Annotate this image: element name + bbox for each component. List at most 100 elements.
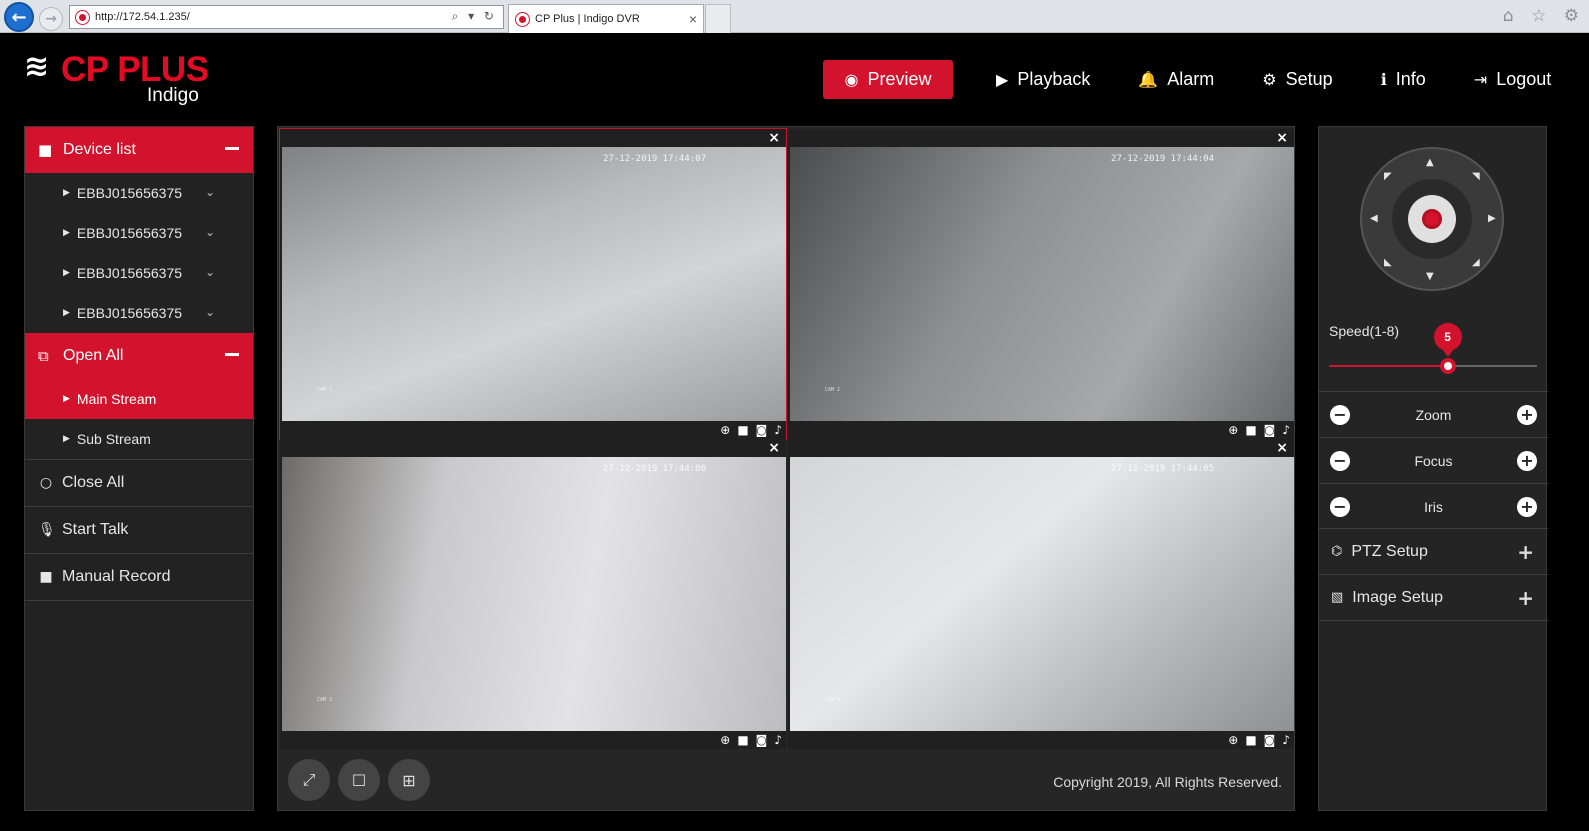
speed-value-badge: 5 (1433, 323, 1462, 357)
setup-ptz-setup[interactable]: ⌬ PTZ Setup + (1319, 528, 1548, 574)
caret-right-icon: ▶ (63, 188, 70, 198)
record-icon[interactable]: ■ (737, 423, 748, 437)
camera-feed[interactable]: 27-12-2019 17:44:04 CAM 2 (790, 147, 1294, 421)
collapse-icon[interactable] (225, 353, 239, 356)
nav-info[interactable]: ℹ Info (1362, 60, 1445, 99)
camera-feed[interactable]: 27-12-2019 17:44:05 CAM 4 (790, 457, 1294, 731)
nav-setup[interactable]: ⚙ Setup (1243, 60, 1351, 99)
action-manual-record[interactable]: ■ Manual Record (25, 553, 253, 600)
chevron-down-icon[interactable]: ⌄ (205, 185, 215, 199)
camera-tile[interactable]: × 27-12-2019 17:44:05 CAM 4 ⊕ ■ ◙ ♪ (788, 439, 1294, 749)
expand-plus-icon[interactable]: + (1517, 540, 1534, 564)
camera-tile[interactable]: × 27-12-2019 17:44:07 CAM 1 ⊕ ■ ◙ ♪ (279, 128, 787, 440)
audio-icon[interactable]: ♪ (1282, 733, 1290, 747)
address-tools-icons[interactable]: ⌕ ▾ ↻ (452, 9, 497, 24)
camera-timestamp: 27-12-2019 17:44:04 (1111, 154, 1214, 164)
camera-tile[interactable]: × 27-12-2019 17:44:04 CAM 2 ⊕ ■ ◙ ♪ (788, 129, 1294, 439)
forward-arrow-icon[interactable]: → (39, 7, 63, 31)
divider (1319, 620, 1548, 621)
minus-icon[interactable]: − (1330, 450, 1350, 471)
nav-label: Setup (1285, 69, 1333, 89)
browser-tab[interactable]: CP Plus | Indigo DVR × (508, 4, 704, 33)
device-item[interactable]: ▶ EBBJ015656375 ⌄ (25, 213, 253, 253)
chevron-down-icon[interactable]: ⌄ (205, 225, 215, 239)
snapshot-icon[interactable]: ◙ (756, 423, 768, 437)
zoom-icon[interactable]: ⊕ (1228, 423, 1238, 437)
ptz-panel: ▲ ▼ ◀ ▶ ◤ ◥ ◣ ◢ Speed(1-8) 5 − Zoom + − Focu… (1318, 126, 1548, 811)
ptz-left-icon[interactable]: ◀ (1370, 213, 1378, 224)
close-icon[interactable]: × (1276, 440, 1288, 456)
setup-label: Image Setup (1352, 588, 1444, 606)
single-view-icon[interactable]: ☐ (338, 759, 380, 801)
nav-playback[interactable]: ▶ Playback (977, 60, 1109, 99)
minus-icon[interactable]: − (1330, 496, 1350, 517)
ptz-down-icon[interactable]: ▼ (1426, 271, 1434, 282)
stream-item-sub-stream[interactable]: ▶ Sub Stream (25, 419, 253, 459)
close-icon[interactable]: × (1276, 130, 1288, 146)
ptz-up-icon[interactable]: ▲ (1426, 157, 1434, 168)
record-icon[interactable]: ■ (737, 733, 748, 747)
action-start-talk[interactable]: 🎙 Start Talk (25, 506, 253, 553)
zoom-icon[interactable]: ⊕ (720, 423, 730, 437)
open-all-header[interactable]: ⧉ Open All (25, 333, 253, 379)
site-favicon-icon (76, 10, 89, 24)
ptz-right-icon[interactable]: ▶ (1488, 213, 1496, 224)
info-icon: ℹ (1380, 70, 1387, 89)
back-arrow-icon[interactable]: ← (4, 2, 34, 32)
tab-close-icon[interactable]: × (689, 11, 697, 27)
ptz-down-left-icon[interactable]: ◣ (1384, 257, 1392, 268)
browser-home-star-gear-icons[interactable]: ⌂ ☆ ⚙ (1503, 6, 1585, 26)
camera-timestamp: 27-12-2019 17:44:06 (603, 464, 706, 474)
snapshot-icon[interactable]: ◙ (1264, 423, 1276, 437)
nav-preview[interactable]: ◉ Preview (823, 60, 953, 99)
record-icon[interactable]: ■ (1245, 733, 1256, 747)
quad-view-icon[interactable]: ⊞ (388, 759, 430, 801)
speed-slider-handle[interactable] (1439, 358, 1456, 374)
camera-feed[interactable]: 27-12-2019 17:44:07 CAM 1 (282, 147, 786, 421)
device-list: ▶ EBBJ015656375 ⌄ ▶ EBBJ015656375 ⌄ ▶ EBBJ01565… (25, 173, 253, 333)
chevron-down-icon[interactable]: ⌄ (205, 265, 215, 279)
plus-icon[interactable]: + (1516, 404, 1537, 425)
chevron-down-icon[interactable]: ⌄ (205, 305, 215, 319)
copyright-text: Copyright 2019, All Rights Reserved. (1053, 774, 1282, 790)
nav-logout[interactable]: ⇥ Logout (1455, 60, 1570, 99)
expand-plus-icon[interactable]: + (1517, 586, 1534, 610)
action-close-all[interactable]: ○ Close All (25, 459, 253, 506)
ptz-down-right-icon[interactable]: ◢ (1472, 257, 1480, 268)
audio-icon[interactable]: ♪ (1282, 423, 1290, 437)
nav-alarm[interactable]: 🔔 Alarm (1119, 60, 1233, 99)
fullscreen-icon[interactable]: ⤢ (288, 759, 330, 801)
ptz-center-button[interactable] (1408, 195, 1456, 243)
logout-icon: ⇥ (1473, 70, 1488, 89)
nav-label: Info (1395, 69, 1426, 89)
stream-item-main-stream[interactable]: ▶ Main Stream (25, 379, 253, 419)
caret-right-icon: ▶ (63, 308, 70, 318)
zoom-icon[interactable]: ⊕ (1228, 733, 1238, 747)
device-item[interactable]: ▶ EBBJ015656375 ⌄ (25, 293, 253, 333)
audio-icon[interactable]: ♪ (774, 423, 782, 437)
address-bar[interactable]: http://172.54.1.235/ ⌕ ▾ ↻ (69, 5, 504, 29)
device-item[interactable]: ▶ EBBJ015656375 ⌄ (25, 253, 253, 293)
snapshot-icon[interactable]: ◙ (756, 733, 768, 747)
plus-icon[interactable]: + (1516, 496, 1537, 517)
new-tab-button[interactable] (705, 4, 731, 33)
setup-image-setup[interactable]: ▧ Image Setup + (1319, 574, 1548, 620)
device-list-header[interactable]: ■ Device list (25, 127, 253, 173)
plus-icon[interactable]: + (1517, 450, 1537, 471)
minus-icon[interactable]: − (1330, 404, 1350, 425)
device-item[interactable]: ▶ EBBJ015656375 ⌄ (25, 173, 253, 213)
snapshot-icon[interactable]: ◙ (1264, 733, 1276, 747)
collapse-icon[interactable] (225, 147, 239, 150)
nav-label: Alarm (1167, 69, 1215, 89)
zoom-icon[interactable]: ⊕ (720, 733, 730, 747)
record-icon[interactable]: ■ (1245, 423, 1256, 437)
audio-icon[interactable]: ♪ (774, 733, 782, 747)
camera-feed[interactable]: 27-12-2019 17:44:06 CAM 3 (282, 457, 786, 731)
close-icon[interactable]: × (768, 440, 780, 456)
ptz-up-left-icon[interactable]: ◤ (1384, 171, 1392, 182)
camera-tile[interactable]: × 27-12-2019 17:44:06 CAM 3 ⊕ ■ ◙ ♪ (280, 439, 786, 749)
speed-slider[interactable]: 5 (1329, 323, 1537, 374)
ptz-direction-pad[interactable]: ▲ ▼ ◀ ▶ ◤ ◥ ◣ ◢ (1360, 147, 1504, 291)
ptz-up-right-icon[interactable]: ◥ (1472, 171, 1480, 182)
close-icon[interactable]: × (768, 130, 780, 146)
